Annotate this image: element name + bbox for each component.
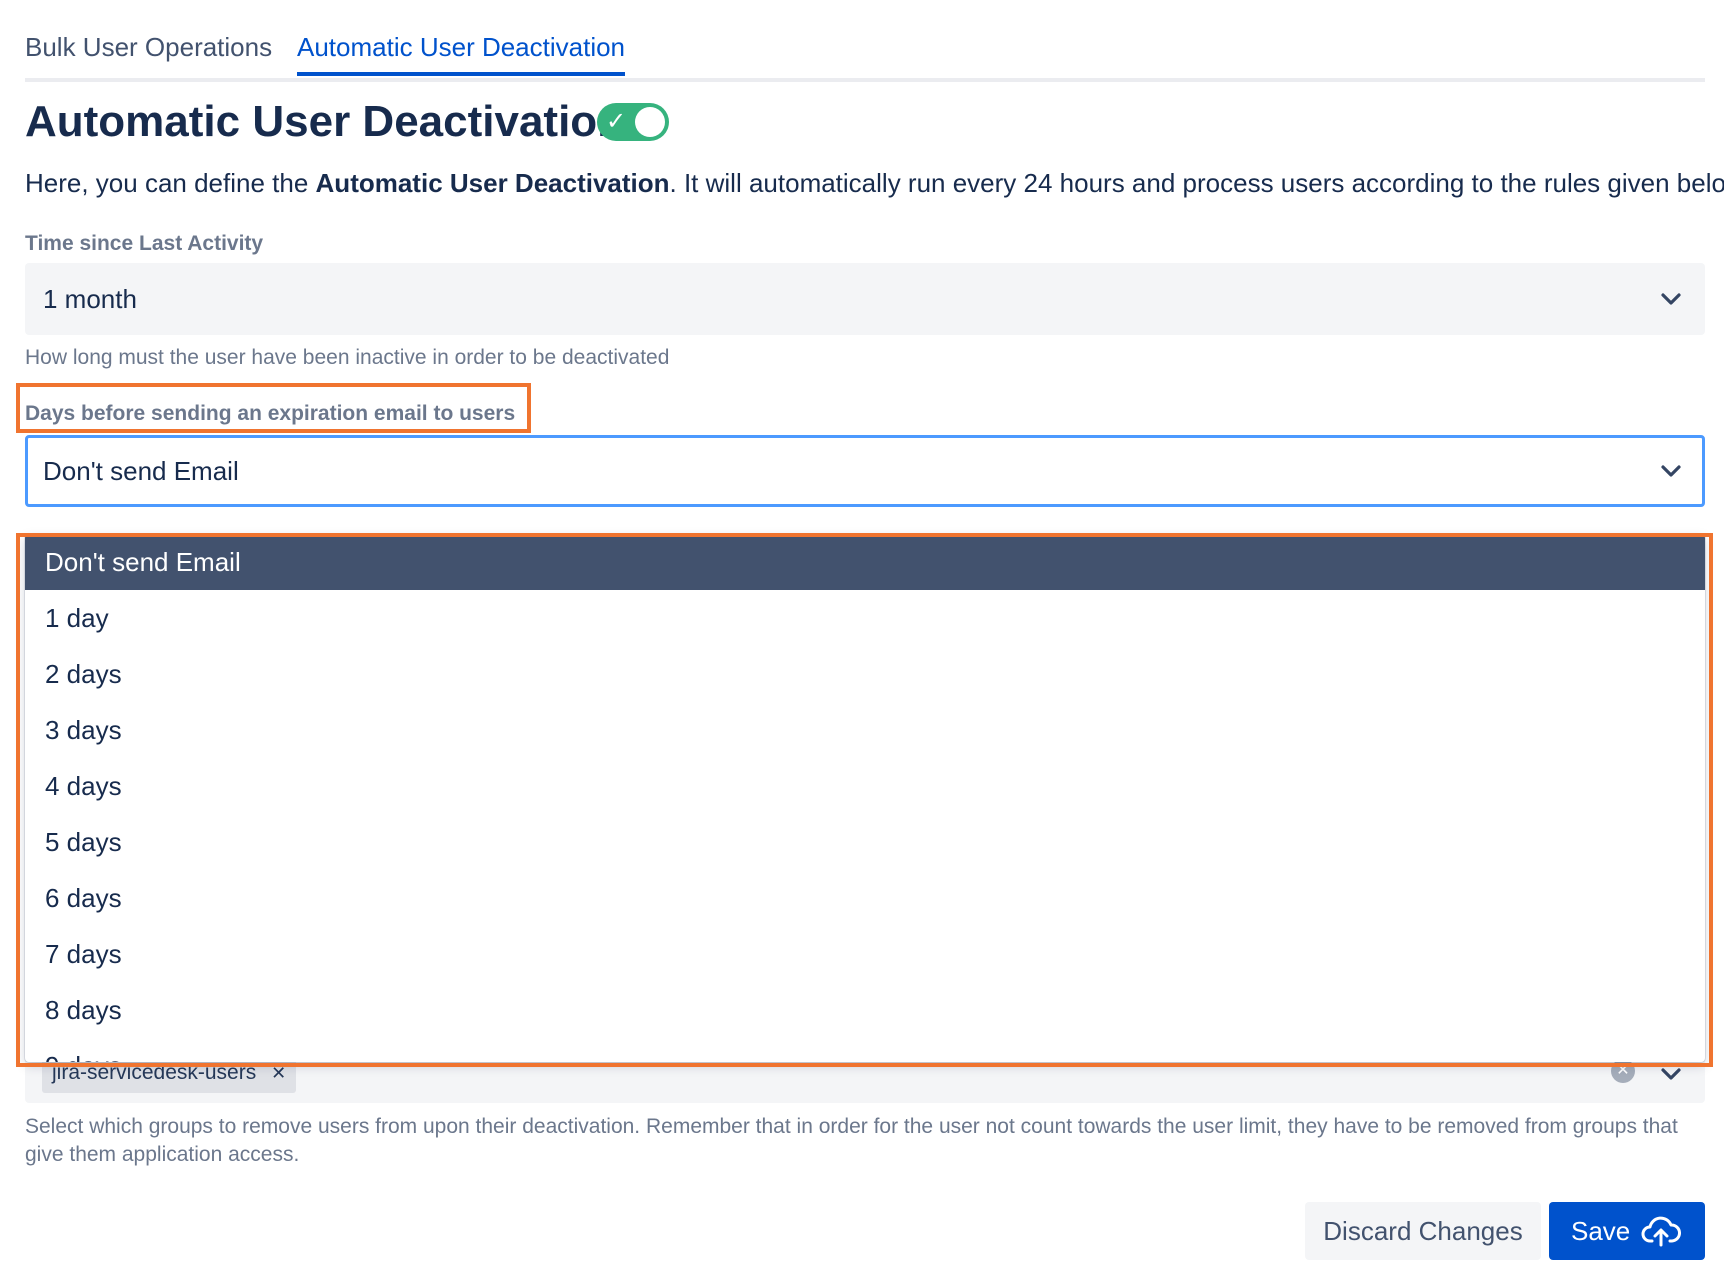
menu-option[interactable]: 7 days bbox=[25, 926, 1705, 982]
tab-bar: Bulk User Operations Automatic User Deac… bbox=[25, 0, 1705, 82]
active-tab-indicator bbox=[297, 72, 625, 76]
tab-bulk-user-operations[interactable]: Bulk User Operations bbox=[25, 30, 272, 64]
page-title: Automatic User Deactivation bbox=[25, 97, 625, 146]
chevron-down-icon bbox=[1661, 465, 1681, 477]
chevron-down-icon bbox=[1661, 293, 1681, 305]
menu-option[interactable]: 9 days bbox=[25, 1038, 1705, 1062]
cloud-upload-icon bbox=[1641, 1216, 1681, 1247]
time-since-activity-helper: How long must the user have been inactiv… bbox=[25, 346, 670, 369]
menu-option[interactable]: Don't send Email bbox=[25, 534, 1705, 590]
expiration-email-select[interactable]: Don't send Email bbox=[25, 435, 1705, 507]
group-chip-label: jira-servicedesk-users bbox=[52, 1061, 257, 1084]
save-button[interactable]: Save bbox=[1549, 1202, 1705, 1260]
clear-icon[interactable]: ✕ bbox=[1611, 1059, 1635, 1083]
time-since-activity-value: 1 month bbox=[43, 284, 137, 314]
tab-automatic-user-deactivation[interactable]: Automatic User Deactivation bbox=[297, 30, 625, 64]
intro-text: Here, you can define the Automatic User … bbox=[25, 166, 1724, 200]
toggle-knob bbox=[635, 107, 665, 137]
menu-option[interactable]: 4 days bbox=[25, 758, 1705, 814]
time-since-activity-label: Time since Last Activity bbox=[25, 232, 264, 255]
menu-option[interactable]: 8 days bbox=[25, 982, 1705, 1038]
check-icon: ✓ bbox=[606, 108, 627, 135]
chevron-down-icon bbox=[1661, 1068, 1681, 1080]
deactivation-toggle[interactable]: ✓ bbox=[597, 103, 669, 141]
menu-option[interactable]: 3 days bbox=[25, 702, 1705, 758]
menu-option[interactable]: 2 days bbox=[25, 646, 1705, 702]
intro-prefix: Here, you can define the bbox=[25, 168, 316, 198]
time-since-activity-select[interactable]: 1 month bbox=[25, 263, 1705, 335]
discard-changes-button[interactable]: Discard Changes bbox=[1305, 1202, 1541, 1260]
menu-option[interactable]: 6 days bbox=[25, 870, 1705, 926]
menu-option[interactable]: 1 day bbox=[25, 590, 1705, 646]
groups-helper: Select which groups to remove users from… bbox=[25, 1115, 1678, 1166]
expiration-email-label: Days before sending an expiration email … bbox=[25, 402, 516, 425]
menu-option[interactable]: 5 days bbox=[25, 814, 1705, 870]
intro-bold: Automatic User Deactivation bbox=[315, 168, 670, 198]
intro-suffix: . It will automatically run every 24 hou… bbox=[669, 168, 1724, 198]
expiration-email-menu: Don't send Email 1 day 2 days 3 days 4 d… bbox=[25, 534, 1705, 1062]
expiration-email-value: Don't send Email bbox=[43, 456, 239, 486]
save-button-label: Save bbox=[1571, 1216, 1631, 1246]
